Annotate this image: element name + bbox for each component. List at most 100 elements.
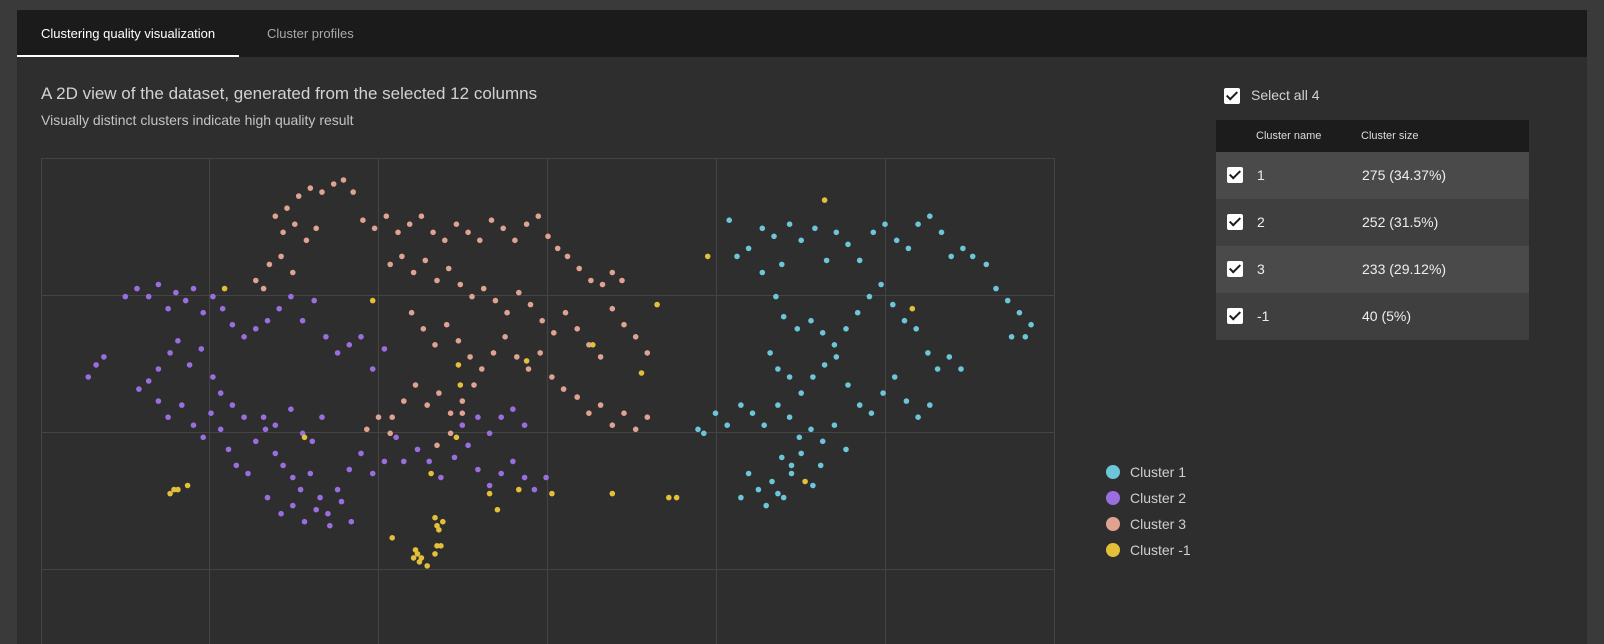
data-point-cluster-1 <box>833 354 840 360</box>
data-point-cluster-3 <box>389 414 396 421</box>
select-all-label: Select all 4 <box>1251 87 1320 103</box>
data-point-cluster-2 <box>301 518 308 525</box>
data-point-cluster-3 <box>500 225 507 232</box>
data-point-cluster-neg1 <box>821 197 828 203</box>
table-row[interactable]: -1 40 (5%) <box>1216 293 1529 340</box>
row-checkbox[interactable] <box>1227 308 1243 324</box>
data-point-cluster-1 <box>798 390 804 396</box>
data-point-cluster-2 <box>486 482 493 489</box>
data-point-cluster-3 <box>424 402 431 408</box>
data-point-cluster-neg1 <box>494 506 501 513</box>
tab-clustering-quality[interactable]: Clustering quality visualization <box>17 10 240 57</box>
data-point-cluster-1 <box>845 241 851 248</box>
data-point-cluster-2 <box>510 458 516 465</box>
data-point-cluster-neg1 <box>486 490 493 497</box>
data-point-cluster-neg1 <box>175 486 181 493</box>
data-point-cluster-3 <box>436 390 442 396</box>
data-point-cluster-2 <box>200 434 206 441</box>
data-point-cluster-1 <box>763 502 769 509</box>
data-point-cluster-1 <box>946 354 953 360</box>
data-point-cluster-1 <box>817 462 824 469</box>
data-point-cluster-neg1 <box>221 285 228 292</box>
data-point-cluster-3 <box>443 321 450 328</box>
data-point-cluster-2 <box>272 422 279 429</box>
data-point-cluster-3 <box>619 277 625 284</box>
data-point-cluster-3 <box>364 426 370 433</box>
data-point-cluster-2 <box>276 305 282 312</box>
data-point-cluster-1 <box>845 382 851 388</box>
data-point-cluster-3 <box>420 326 427 332</box>
data-point-cluster-neg1 <box>673 494 680 501</box>
data-point-cluster-3 <box>455 338 462 344</box>
legend-label: Cluster 2 <box>1130 490 1187 506</box>
data-point-cluster-1 <box>969 253 976 260</box>
legend-item-cluster-1: Cluster 1 <box>1106 459 1191 485</box>
data-point-cluster-3 <box>418 213 425 219</box>
data-point-cluster-3 <box>401 398 407 404</box>
row-checkbox[interactable] <box>1227 261 1243 277</box>
data-point-cluster-2 <box>264 494 271 501</box>
data-point-cluster-3 <box>272 213 279 219</box>
data-point-cluster-1 <box>821 362 828 368</box>
data-point-cluster-2 <box>190 422 197 429</box>
cluster-name-cell: -1 <box>1257 308 1270 324</box>
data-point-cluster-1 <box>749 410 756 416</box>
data-point-cluster-1 <box>856 257 863 264</box>
data-point-cluster-2 <box>210 374 216 380</box>
data-point-cluster-1 <box>903 398 910 404</box>
table-row[interactable]: 3 233 (29.12%) <box>1216 246 1529 293</box>
data-point-cluster-neg1 <box>369 297 376 304</box>
data-point-cluster-3 <box>574 326 580 332</box>
data-point-cluster-2 <box>217 426 224 433</box>
data-point-cluster-1 <box>927 402 933 408</box>
data-point-cluster-2 <box>233 462 240 469</box>
page-subtitle: Visually distinct clusters indicate high… <box>41 112 354 128</box>
data-point-cluster-1 <box>786 374 793 380</box>
data-point-cluster-2 <box>145 293 152 300</box>
data-point-cluster-2 <box>182 297 189 304</box>
data-point-cluster-2 <box>210 293 216 300</box>
data-point-cluster-1 <box>798 450 804 457</box>
scatter-plot <box>41 158 1055 644</box>
data-point-cluster-1 <box>913 326 919 332</box>
data-point-cluster-2 <box>200 309 206 316</box>
data-point-cluster-1 <box>993 285 999 292</box>
data-point-cluster-neg1 <box>438 543 444 549</box>
tab-cluster-profiles[interactable]: Cluster profiles <box>243 10 378 57</box>
data-point-cluster-3 <box>360 217 366 223</box>
data-point-cluster-neg1 <box>184 482 191 489</box>
data-point-cluster-1 <box>779 261 785 268</box>
table-row[interactable]: 1 275 (34.37%) <box>1216 152 1529 199</box>
table-row[interactable]: 2 252 (31.5%) <box>1216 199 1529 246</box>
row-checkbox[interactable] <box>1227 214 1243 230</box>
data-point-cluster-neg1 <box>457 382 464 388</box>
checkbox-checked-icon[interactable] <box>1224 88 1240 105</box>
data-point-cluster-2 <box>219 305 226 312</box>
data-point-cluster-3 <box>632 426 639 433</box>
data-point-cluster-3 <box>514 354 520 360</box>
data-point-cluster-neg1 <box>389 535 396 541</box>
data-point-cluster-1 <box>738 402 744 408</box>
data-point-cluster-3 <box>621 321 627 328</box>
select-all-checkbox[interactable]: Select all 4 <box>1224 85 1319 105</box>
data-point-cluster-3 <box>554 245 561 252</box>
data-point-cluster-2 <box>93 362 99 368</box>
data-point-cluster-2 <box>136 386 142 392</box>
data-point-cluster-3 <box>375 414 382 421</box>
data-point-cluster-3 <box>545 233 551 240</box>
data-point-cluster-2 <box>145 378 152 384</box>
data-point-cluster-2 <box>369 470 376 477</box>
data-point-cluster-3 <box>447 430 454 437</box>
data-point-cluster-1 <box>773 293 779 300</box>
data-point-cluster-2 <box>438 474 444 481</box>
data-point-cluster-1 <box>771 233 777 240</box>
row-checkbox[interactable] <box>1227 167 1243 183</box>
data-point-cluster-3 <box>307 185 314 191</box>
data-point-cluster-2 <box>486 430 493 437</box>
data-point-cluster-3 <box>383 213 390 219</box>
data-point-cluster-3 <box>525 366 532 372</box>
data-point-cluster-3 <box>313 225 320 232</box>
data-point-cluster-1 <box>775 402 781 408</box>
data-point-cluster-3 <box>549 374 555 380</box>
data-point-cluster-2 <box>165 305 171 312</box>
